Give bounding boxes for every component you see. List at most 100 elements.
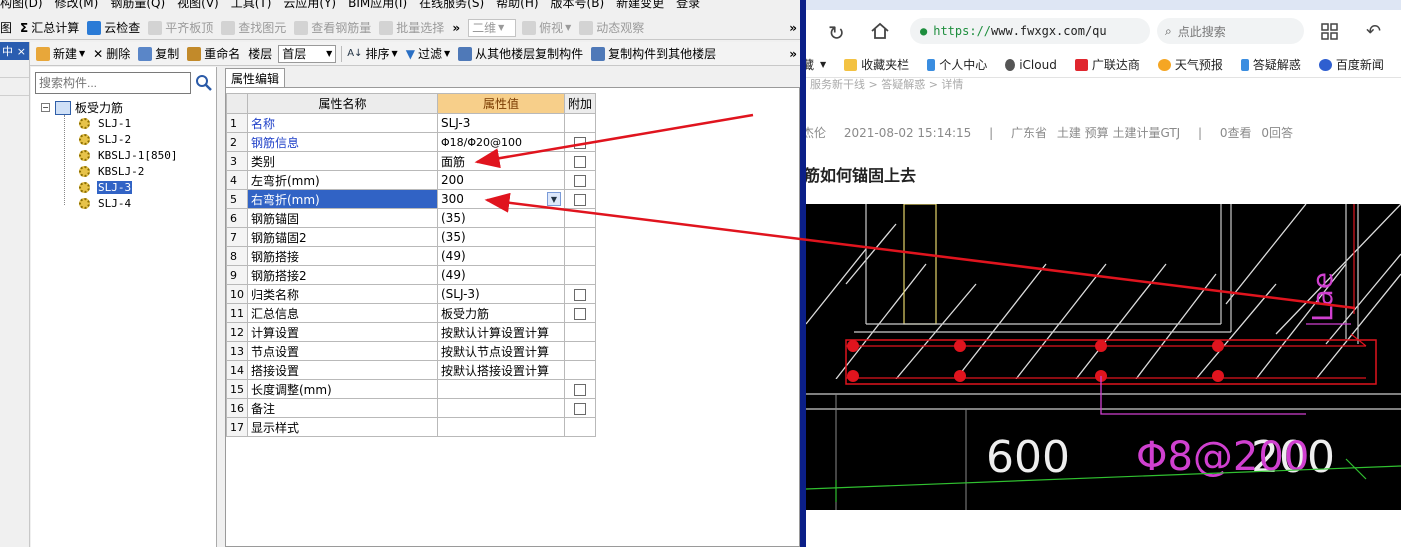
chevron-right-icon[interactable]: » xyxy=(452,21,460,35)
bookmark-item[interactable]: 百度新闻 xyxy=(1318,56,1384,73)
property-row[interactable]: 16 备注 xyxy=(226,398,597,418)
property-row[interactable]: 11 汇总信息 板受力筋 xyxy=(226,303,597,323)
dynamic-view-button[interactable]: 动态观察 xyxy=(579,19,644,36)
bookmark-item[interactable]: 答疑解惑 xyxy=(1240,56,1301,73)
bookmark-item[interactable]: iCloud xyxy=(1005,58,1057,72)
tab-property-edit[interactable]: 属性编辑 xyxy=(225,68,286,87)
top-view-button[interactable]: 俯视 ▼ xyxy=(522,19,571,36)
property-row[interactable]: 1 名称 SLJ-3 xyxy=(226,113,597,133)
tree-item[interactable]: SLJ-2 xyxy=(79,131,132,147)
find-element-button[interactable]: 查找图元 xyxy=(221,19,286,36)
home-icon[interactable] xyxy=(870,22,890,40)
sum-calc-button[interactable]: Σ 汇总计算 xyxy=(20,19,79,36)
tree-item[interactable]: KBSLJ-1[850] xyxy=(79,147,178,163)
floor-select[interactable]: 首层 ▼ xyxy=(278,44,337,63)
add-checkbox[interactable] xyxy=(574,288,586,301)
collapse-minus-icon[interactable]: − xyxy=(41,103,50,112)
navigator-row[interactable] xyxy=(0,78,29,96)
new-button[interactable]: 新建 ▼ xyxy=(36,45,85,62)
tree-item-selected[interactable]: SLJ-3 xyxy=(79,179,133,195)
component-search-input[interactable] xyxy=(35,72,191,94)
property-value[interactable]: (35) xyxy=(437,227,565,247)
bookmark-item[interactable]: 天气预报 xyxy=(1157,56,1223,73)
menu-item-modify[interactable]: 修改(M) xyxy=(55,0,99,9)
property-value[interactable]: 面筋 xyxy=(437,151,565,171)
align-slab-top-button[interactable]: 平齐板顶 xyxy=(148,19,213,36)
property-row[interactable]: 13 节点设置 按默认节点设置计算 xyxy=(226,341,597,361)
copy-from-floor-button[interactable]: 从其他楼层复制构件 xyxy=(458,45,583,62)
reload-icon[interactable]: ↻ xyxy=(828,21,845,45)
menu-item-new-change[interactable]: 新建变更 xyxy=(616,0,664,9)
sort-button[interactable]: A↓ 排序 ▼ xyxy=(347,45,397,62)
tree-root-node[interactable]: − 板受力筋 xyxy=(41,99,123,116)
property-value[interactable]: 按默认节点设置计算 xyxy=(437,341,565,361)
property-row[interactable]: 12 计算设置 按默认计算设置计算 xyxy=(226,322,597,342)
tags[interactable]: 土建 预算 土建计量GTJ xyxy=(1057,126,1180,140)
menu-item-version[interactable]: 版本号(B) xyxy=(551,0,605,9)
menu-item-draw[interactable]: 构图(D) xyxy=(0,0,43,9)
navigator-row[interactable] xyxy=(0,60,29,78)
property-row[interactable]: 17 +显示样式 xyxy=(226,417,597,437)
tree-item[interactable]: SLJ-1 xyxy=(79,115,132,131)
property-value[interactable]: 板受力筋 xyxy=(437,303,565,323)
property-value[interactable]: (49) xyxy=(437,265,565,285)
undo-icon[interactable]: ↶ xyxy=(1366,21,1381,42)
bookmark-item[interactable]: 收藏夹栏 xyxy=(844,56,909,73)
property-row-selected[interactable]: 5 右弯折(mm) 300 ▼ xyxy=(226,189,597,209)
add-checkbox[interactable] xyxy=(574,155,586,168)
property-value[interactable]: Φ18/Φ20@100 xyxy=(437,132,565,152)
filter-button[interactable]: ▼ 过滤 ▼ xyxy=(406,45,450,62)
property-row[interactable]: 14 搭接设置 按默认搭接设置计算 xyxy=(226,360,597,380)
add-checkbox[interactable] xyxy=(574,136,586,149)
batch-select-button[interactable]: 批量选择 xyxy=(379,19,444,36)
property-row[interactable]: 9 钢筋搭接2 (49) xyxy=(226,265,597,285)
address-bar[interactable]: ● https:// www.fwxgx.com/qu xyxy=(910,18,1150,44)
pin-icon[interactable]: 中 xyxy=(2,43,13,59)
property-value[interactable]: 按默认搭接设置计算 xyxy=(437,360,565,380)
browser-search-box[interactable]: ⌕ 点此搜索 xyxy=(1157,18,1304,44)
property-value[interactable]: (SLJ-3) xyxy=(437,284,565,304)
add-checkbox[interactable] xyxy=(574,402,586,415)
view-rebar-button[interactable]: 查看钢筋量 xyxy=(294,19,371,36)
property-value[interactable]: (49) xyxy=(437,246,565,266)
menu-item-cloud[interactable]: 云应用(Y) xyxy=(283,0,336,9)
cloud-check-button[interactable]: 云检查 xyxy=(87,19,140,36)
menu-item-help[interactable]: 帮助(H) xyxy=(496,0,538,9)
property-value[interactable]: (35) xyxy=(437,208,565,228)
toolbar-overflow-icon[interactable]: » xyxy=(789,21,797,35)
menu-item-rebar[interactable]: 钢筋量(Q) xyxy=(110,0,165,9)
add-checkbox[interactable] xyxy=(574,174,586,187)
add-checkbox[interactable] xyxy=(574,193,586,206)
property-row[interactable]: 3 类别 面筋 xyxy=(226,151,597,171)
property-value[interactable] xyxy=(437,398,565,418)
property-value[interactable] xyxy=(437,379,565,399)
breadcrumb[interactable]: 服务新干线 > 答疑解惑 > 详情 xyxy=(810,76,963,92)
menu-item-view[interactable]: 视图(V) xyxy=(177,0,219,9)
apps-grid-icon[interactable] xyxy=(1321,23,1339,41)
menu-item-login[interactable]: 登录 xyxy=(676,0,700,9)
view-mode-select[interactable]: 二维 ▼ xyxy=(468,18,517,37)
property-row[interactable]: 2 钢筋信息 Φ18/Φ20@100 xyxy=(226,132,597,152)
property-row[interactable]: 15 长度调整(mm) xyxy=(226,379,597,399)
author-name[interactable]: 杰伦 xyxy=(806,126,826,140)
property-row[interactable]: 7 钢筋锚固2 (35) xyxy=(226,227,597,247)
property-row[interactable]: 8 钢筋搭接 (49) xyxy=(226,246,597,266)
property-value[interactable] xyxy=(437,417,565,437)
property-row[interactable]: 4 左弯折(mm) 200 xyxy=(226,170,597,190)
menu-item-tools[interactable]: 工具(T) xyxy=(231,0,272,9)
property-value[interactable]: 200 xyxy=(437,170,565,190)
tree-item[interactable]: SLJ-4 xyxy=(79,195,132,211)
menu-item-online[interactable]: 在线服务(S) xyxy=(419,0,484,9)
property-row[interactable]: 6 钢筋锚固 (35) xyxy=(226,208,597,228)
property-row[interactable]: 10 归类名称 (SLJ-3) xyxy=(226,284,597,304)
property-value[interactable]: 按默认计算设置计算 xyxy=(437,322,565,342)
close-icon[interactable]: × xyxy=(17,45,26,58)
bookmark-item[interactable]: 广联达商 xyxy=(1074,56,1140,73)
bookmark-item[interactable]: 藏▼ xyxy=(806,56,826,73)
rename-button[interactable]: 重命名 xyxy=(187,45,240,62)
copy-button[interactable]: 复制 xyxy=(138,45,179,62)
tree-item[interactable]: KBSLJ-2 xyxy=(79,163,145,179)
add-checkbox[interactable] xyxy=(574,307,586,320)
add-checkbox[interactable] xyxy=(574,383,586,396)
property-value-editor[interactable]: 300 ▼ xyxy=(437,189,565,209)
